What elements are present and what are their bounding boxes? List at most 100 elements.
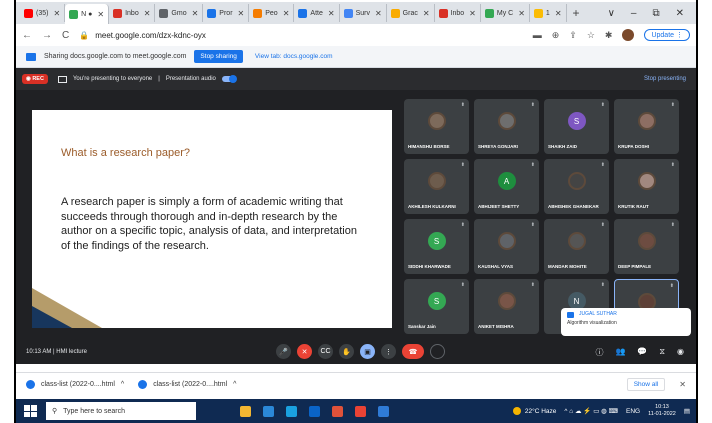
- camera-icon[interactable]: ▬: [533, 30, 542, 40]
- tab-close-icon[interactable]: ✕: [375, 9, 382, 18]
- chevron-up-icon[interactable]: ^: [233, 381, 236, 388]
- participant-tile[interactable]: ⬍ MANDAR MOHITE: [544, 219, 609, 274]
- share-icon[interactable]: ⇪: [569, 30, 577, 41]
- chrome-icon[interactable]: [355, 405, 366, 417]
- participant-tile[interactable]: ⬍ SHREYA GONJARI: [474, 99, 539, 154]
- participant-tile[interactable]: ⬍ HIMANSHU BORSE: [404, 99, 469, 154]
- chat-panel-icon[interactable]: 💬: [637, 347, 647, 358]
- minimize-icon[interactable]: –: [631, 8, 637, 19]
- browser-tab[interactable]: Gmo ✕: [155, 4, 204, 22]
- participant-tile[interactable]: ⬍ AKHILESH KULKARNI: [404, 159, 469, 214]
- profile-avatar[interactable]: [622, 29, 635, 41]
- extensions-icon[interactable]: ✱: [605, 30, 613, 41]
- tab-close-icon[interactable]: ✕: [144, 9, 151, 18]
- participant-tile[interactable]: ⬍ KAUSHAL VYAS: [474, 219, 539, 274]
- browser-tab[interactable]: Surv ✕: [340, 4, 387, 22]
- browser-tab[interactable]: Peo ✕: [249, 4, 295, 22]
- forward-icon[interactable]: →: [42, 30, 52, 41]
- participant-tile[interactable]: ⬍ KRUPA DOSHI: [614, 99, 679, 154]
- pin-icon[interactable]: ⬍: [461, 282, 465, 288]
- tab-close-icon[interactable]: ✕: [53, 9, 60, 18]
- weather-widget[interactable]: 22°C Haze: [512, 407, 556, 415]
- host-controls-icon[interactable]: ◉: [677, 347, 684, 358]
- pin-icon[interactable]: ⬍: [670, 283, 674, 289]
- download-item[interactable]: class-list (2022-0....html ^: [138, 380, 236, 389]
- show-all-button[interactable]: Show all: [626, 378, 666, 391]
- browser-tab[interactable]: N ● ✕: [65, 4, 110, 24]
- pin-icon[interactable]: ⬍: [601, 102, 605, 108]
- clock[interactable]: 10:13 11-01-2022: [648, 404, 676, 418]
- browser-tab[interactable]: Grac ✕: [387, 4, 435, 22]
- participant-tile[interactable]: ⬍ KRUTIK RAUT: [614, 159, 679, 214]
- reload-icon[interactable]: C: [62, 30, 69, 41]
- pin-icon[interactable]: ⬍: [531, 222, 535, 228]
- tab-close-icon[interactable]: ✕: [469, 9, 476, 18]
- zoom-icon[interactable]: ⊕: [552, 30, 560, 41]
- download-item[interactable]: class-list (2022-0....html ^: [26, 380, 124, 389]
- browser-tab[interactable]: Inbo ✕: [435, 4, 481, 22]
- end-call-icon[interactable]: ☎: [402, 344, 424, 359]
- tab-close-icon[interactable]: ✕: [555, 9, 562, 18]
- chat-notification[interactable]: JUGAL SUTHAR Algorithm visualization: [561, 308, 691, 336]
- raise-hand-icon[interactable]: ✋: [339, 344, 354, 359]
- word-icon[interactable]: [378, 405, 389, 417]
- participant-tile[interactable]: ⬍ A ABHIJEET SHETTY: [474, 159, 539, 214]
- more-options-icon[interactable]: ⋮: [381, 344, 396, 359]
- camera-off-icon[interactable]: ✕: [297, 344, 312, 359]
- captions-icon[interactable]: CC: [318, 344, 333, 359]
- pin-icon[interactable]: ⬍: [461, 222, 465, 228]
- tab-close-icon[interactable]: ✕: [423, 9, 430, 18]
- activities-icon[interactable]: ⧖: [659, 347, 665, 358]
- pin-icon[interactable]: ⬍: [531, 282, 535, 288]
- pin-icon[interactable]: ⬍: [671, 222, 675, 228]
- browser-tab[interactable]: My C ✕: [481, 4, 530, 22]
- presentation-audio-toggle[interactable]: [221, 75, 237, 83]
- participant-tile[interactable]: ⬍ S SHAIKH ZAID: [544, 99, 609, 154]
- pin-icon[interactable]: ⬍: [601, 162, 605, 168]
- browser-tab[interactable]: Pror ✕: [203, 4, 250, 22]
- participant-tile[interactable]: ⬍ DEEP PIMPALE: [614, 219, 679, 274]
- back-icon[interactable]: ←: [22, 30, 32, 41]
- view-tab-link[interactable]: View tab: docs.google.com: [255, 53, 333, 60]
- omnibox[interactable]: 🔒 meet.google.com/dzx-kdnc-oyx: [79, 31, 523, 40]
- browser-tab[interactable]: (35) ✕: [20, 4, 66, 22]
- tab-search-icon[interactable]: ∨: [608, 8, 615, 19]
- app-icon[interactable]: [332, 405, 343, 417]
- pin-icon[interactable]: ⬍: [531, 162, 535, 168]
- activity-ring-icon[interactable]: [430, 344, 445, 359]
- update-button[interactable]: Update ⋮: [644, 29, 690, 41]
- tab-close-icon[interactable]: ✕: [97, 10, 104, 19]
- tray-icons[interactable]: ^ ⌂ ☁ ⚡ ▭ ◍ ⌨: [564, 407, 618, 415]
- mail-icon[interactable]: [309, 405, 320, 417]
- info-icon[interactable]: ⓘ: [595, 347, 603, 358]
- people-icon[interactable]: 👥: [615, 347, 625, 358]
- pin-icon[interactable]: ⬍: [461, 102, 465, 108]
- mic-icon[interactable]: 🎤: [276, 344, 291, 359]
- windows-start-icon[interactable]: [24, 405, 38, 417]
- new-tab-button[interactable]: +: [573, 6, 580, 20]
- participant-tile[interactable]: ⬍ ANIKET MISHRA: [474, 279, 539, 334]
- pin-icon[interactable]: ⬍: [671, 162, 675, 168]
- participant-tile[interactable]: ⬍ S SIDDHI KHARWADE: [404, 219, 469, 274]
- store-icon[interactable]: [263, 405, 274, 417]
- pin-icon[interactable]: ⬍: [601, 282, 605, 288]
- notification-icon[interactable]: ▤: [684, 407, 690, 415]
- participant-tile[interactable]: ⬍ S Sanskar Jain: [404, 279, 469, 334]
- pin-icon[interactable]: ⬍: [461, 162, 465, 168]
- participant-tile[interactable]: ⬍ ABHISHEK GHANEKAR: [544, 159, 609, 214]
- chevron-up-icon[interactable]: ^: [121, 381, 124, 388]
- restore-icon[interactable]: ⧉: [652, 8, 659, 19]
- stop-presenting-button[interactable]: Stop presenting: [644, 76, 690, 82]
- language-indicator[interactable]: ENG: [626, 408, 640, 415]
- file-explorer-icon[interactable]: [240, 405, 251, 417]
- bookmark-star-icon[interactable]: ☆: [587, 30, 595, 41]
- close-window-icon[interactable]: ✕: [676, 8, 684, 19]
- close-icon[interactable]: ✕: [679, 380, 686, 389]
- browser-tab[interactable]: Inbo ✕: [109, 4, 156, 22]
- pin-icon[interactable]: ⬍: [601, 222, 605, 228]
- tab-close-icon[interactable]: ✕: [283, 9, 290, 18]
- tab-close-icon[interactable]: ✕: [192, 9, 199, 18]
- present-now-icon[interactable]: ▣: [360, 344, 375, 359]
- stop-sharing-button[interactable]: Stop sharing: [194, 50, 243, 63]
- pin-icon[interactable]: ⬍: [671, 102, 675, 108]
